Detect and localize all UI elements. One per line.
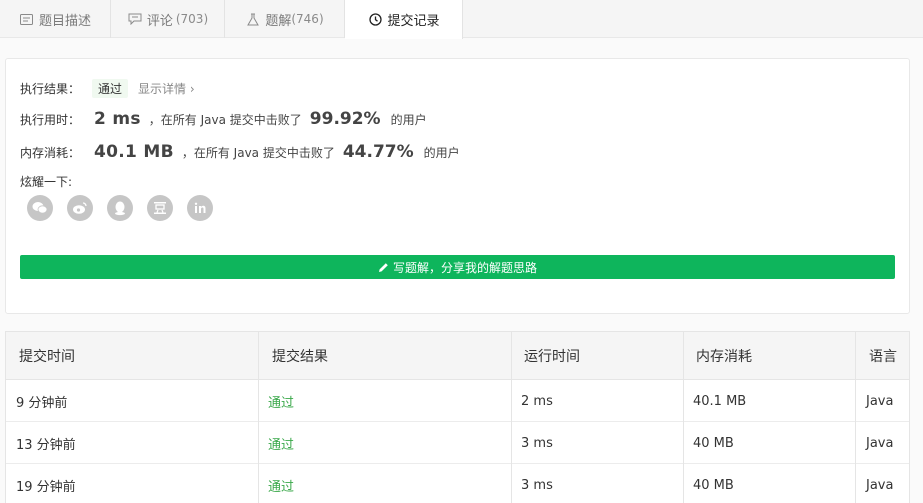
memory-beats-text: ，在所有 Java 提交中击败了	[181, 145, 335, 160]
memory: 40.1 MB	[693, 393, 747, 409]
column-divider	[683, 332, 684, 503]
submit-time: 19 分钟前	[16, 479, 76, 495]
language: Java	[866, 393, 894, 409]
submit-time: 13 分钟前	[16, 437, 76, 453]
share-icons	[27, 195, 213, 221]
header-memory: 内存消耗	[696, 349, 752, 365]
memory: 40 MB	[693, 435, 734, 451]
header-runtime: 运行时间	[524, 349, 580, 365]
share-row: 炫耀一下:	[20, 173, 72, 190]
result-link[interactable]: 通过	[268, 422, 294, 464]
pencil-icon	[378, 262, 389, 273]
memory-row: 内存消耗： 40.1 MB ，在所有 Java 提交中击败了 44.77% 的用…	[20, 142, 460, 162]
tab-solutions[interactable]: 题解 (746)	[225, 0, 345, 38]
runtime-tail: 的用户	[390, 112, 427, 127]
tab-label: 题目描述	[38, 13, 91, 29]
status-label: 执行结果：	[20, 82, 81, 96]
result-card: 执行结果： 通过 显示详情 › 执行用时： 2 ms ，在所有 Java 提交中…	[5, 58, 910, 314]
table-row[interactable]: 9 分钟前 通过 2 ms 40.1 MB Java	[6, 380, 909, 422]
status-badge: 通过	[92, 79, 129, 98]
memory-tail: 的用户	[423, 145, 460, 160]
status-row: 执行结果： 通过 显示详情 ›	[20, 79, 195, 98]
tab-submissions[interactable]: 提交记录	[345, 0, 463, 39]
runtime: 2 ms	[521, 393, 553, 409]
language: Java	[866, 477, 894, 493]
runtime: 3 ms	[521, 477, 553, 493]
share-label: 炫耀一下:	[20, 175, 73, 189]
comment-icon	[127, 11, 143, 27]
table-header: 提交时间 提交结果 运行时间 内存消耗 语言	[6, 332, 909, 380]
clock-icon	[367, 12, 383, 28]
wechat-icon[interactable]	[27, 195, 53, 221]
runtime-value: 2 ms	[94, 109, 141, 129]
language: Java	[866, 435, 894, 451]
show-details-link[interactable]: 显示详情 ›	[138, 80, 195, 97]
memory-label: 内存消耗：	[20, 145, 81, 160]
douban-icon[interactable]	[147, 195, 173, 221]
column-divider	[511, 332, 512, 503]
result-link[interactable]: 通过	[268, 380, 294, 422]
runtime-row: 执行用时： 2 ms ，在所有 Java 提交中击败了 99.92% 的用户	[20, 109, 427, 129]
submissions-table: 提交时间 提交结果 运行时间 内存消耗 语言 9 分钟前 通过 2 ms 40.…	[5, 331, 910, 503]
memory-percentile: 44.77%	[342, 142, 414, 162]
result-link[interactable]: 通过	[268, 464, 294, 503]
comment-count: (703)	[175, 12, 209, 26]
tab-comments[interactable]: 评论 (703)	[111, 0, 225, 38]
table-row[interactable]: 19 分钟前 通过 3 ms 40 MB Java	[6, 464, 909, 503]
write-solution-button[interactable]: 写题解，分享我的解题思路	[20, 255, 895, 279]
memory: 40 MB	[693, 477, 734, 493]
submit-time: 9 分钟前	[16, 395, 68, 411]
linkedin-icon[interactable]	[187, 195, 213, 221]
tab-label: 题解	[265, 13, 292, 29]
header-result: 提交结果	[272, 349, 328, 365]
memory-value: 40.1 MB	[94, 142, 174, 162]
runtime: 3 ms	[521, 435, 553, 451]
tab-label: 评论	[146, 13, 173, 29]
runtime-label: 执行用时：	[20, 112, 81, 127]
runtime-beats-text: ，在所有 Java 提交中击败了	[148, 112, 302, 127]
column-divider	[855, 332, 856, 503]
solution-count: (746)	[291, 12, 324, 26]
header-submit-time: 提交时间	[19, 349, 75, 365]
runtime-percentile: 99.92%	[309, 109, 381, 129]
tab-label: 提交记录	[387, 14, 440, 29]
write-solution-label: 写题解，分享我的解题思路	[392, 260, 537, 275]
flask-icon	[245, 11, 261, 27]
table-row[interactable]: 13 分钟前 通过 3 ms 40 MB Java	[6, 422, 909, 464]
weibo-icon[interactable]	[67, 195, 93, 221]
document-icon	[19, 11, 35, 27]
column-divider	[258, 332, 259, 503]
tab-bar: 题目描述 评论 (703) 题解 (746) 提交记录	[0, 0, 923, 39]
qq-icon[interactable]	[107, 195, 133, 221]
header-language: 语言	[869, 349, 897, 365]
tab-description[interactable]: 题目描述	[0, 0, 111, 38]
